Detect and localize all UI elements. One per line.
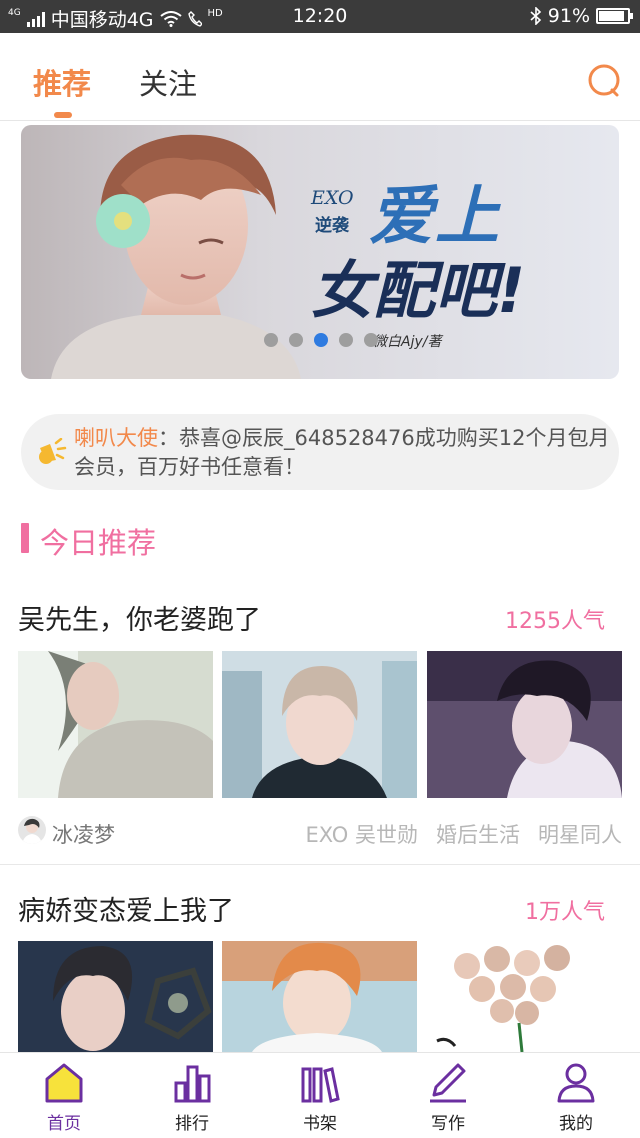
section-accent-bar	[21, 523, 29, 553]
bookshelf-icon	[301, 1067, 340, 1103]
search-icon[interactable]	[588, 64, 622, 98]
carousel-dot[interactable]	[264, 333, 278, 347]
nav-ranking[interactable]: 排行	[128, 1053, 256, 1138]
carousel-dot[interactable]	[289, 333, 303, 347]
section-title: 今日推荐	[40, 526, 157, 560]
nav-mine[interactable]: 我的	[512, 1053, 640, 1138]
banner-title-line2: 女配吧!	[311, 254, 526, 327]
announcement-text: 喇叭大使：恭喜@辰辰_648528476成功购买12个月包月会员，百万好书任意看…	[74, 424, 614, 482]
book-thumbnail[interactable]	[427, 941, 622, 1052]
status-bar: 4G 中国移动4G HD 12:20 91%	[0, 0, 640, 33]
tab-following[interactable]: 关注	[139, 61, 197, 103]
ranking-icon	[174, 1065, 211, 1103]
book-thumbnail[interactable]	[427, 651, 622, 798]
bluetooth-icon	[530, 7, 541, 25]
battery-percent: 91%	[547, 5, 590, 27]
user-icon	[557, 1063, 595, 1103]
divider	[0, 864, 640, 865]
nav-label: 排行	[175, 1114, 209, 1134]
nav-label: 我的	[559, 1114, 593, 1134]
bottom-navigation: 首页 排行 书架 写作 我的	[0, 1052, 640, 1138]
pen-icon	[430, 1063, 466, 1103]
book-thumbnail[interactable]	[222, 651, 417, 798]
nav-label: 写作	[431, 1114, 465, 1134]
nav-bookshelf[interactable]: 书架	[256, 1053, 384, 1138]
home-icon	[45, 1063, 83, 1103]
banner-series-tag2: 逆袭	[315, 216, 349, 236]
megaphone-icon	[39, 438, 67, 464]
author-name[interactable]: 冰凌梦	[52, 819, 115, 849]
book-meta-row: 冰凌梦 EXO 吴世勋 婚后生活 明星同人	[18, 816, 622, 848]
announcement-sender: 喇叭大使	[74, 426, 158, 450]
book-tag[interactable]: 明星同人	[538, 819, 622, 849]
book-title[interactable]: 病娇变态爱上我了	[18, 889, 234, 928]
active-tab-indicator	[54, 112, 72, 118]
banner-carousel[interactable]: EXO 逆袭 爱上 女配吧! 微白Ajy/著	[21, 125, 619, 379]
nav-label: 首页	[47, 1114, 81, 1134]
book-tag[interactable]: EXO 吴世勋	[305, 819, 418, 849]
carousel-dot[interactable]	[339, 333, 353, 347]
nav-write[interactable]: 写作	[384, 1053, 512, 1138]
book-popularity: 1万人气	[525, 900, 605, 925]
nav-home[interactable]: 首页	[0, 1053, 128, 1138]
author-avatar[interactable]	[18, 816, 46, 844]
top-tab-bar: 推荐 关注	[0, 33, 640, 121]
book-tags: EXO 吴世勋 婚后生活 明星同人	[305, 819, 622, 849]
battery-fill	[599, 11, 625, 21]
book-thumbnail[interactable]	[18, 651, 213, 798]
battery-icon	[596, 8, 633, 24]
book-tag[interactable]: 婚后生活	[436, 819, 520, 849]
nav-label: 书架	[303, 1114, 337, 1134]
tab-recommend[interactable]: 推荐	[33, 61, 91, 103]
book-popularity: 1255人气	[505, 609, 605, 634]
banner-author: 微白Ajy/著	[373, 334, 442, 350]
book-thumbnail[interactable]	[222, 941, 417, 1052]
announcement-bar[interactable]: 喇叭大使：恭喜@辰辰_648528476成功购买12个月包月会员，百万好书任意看…	[21, 414, 619, 490]
book-title[interactable]: 吴先生，你老婆跑了	[18, 598, 261, 637]
banner-series-tag: EXO	[311, 187, 354, 209]
book-thumbnail[interactable]	[18, 941, 213, 1052]
carousel-dot[interactable]	[314, 333, 328, 347]
carousel-dot[interactable]	[364, 333, 378, 347]
carousel-dots[interactable]	[264, 333, 378, 347]
